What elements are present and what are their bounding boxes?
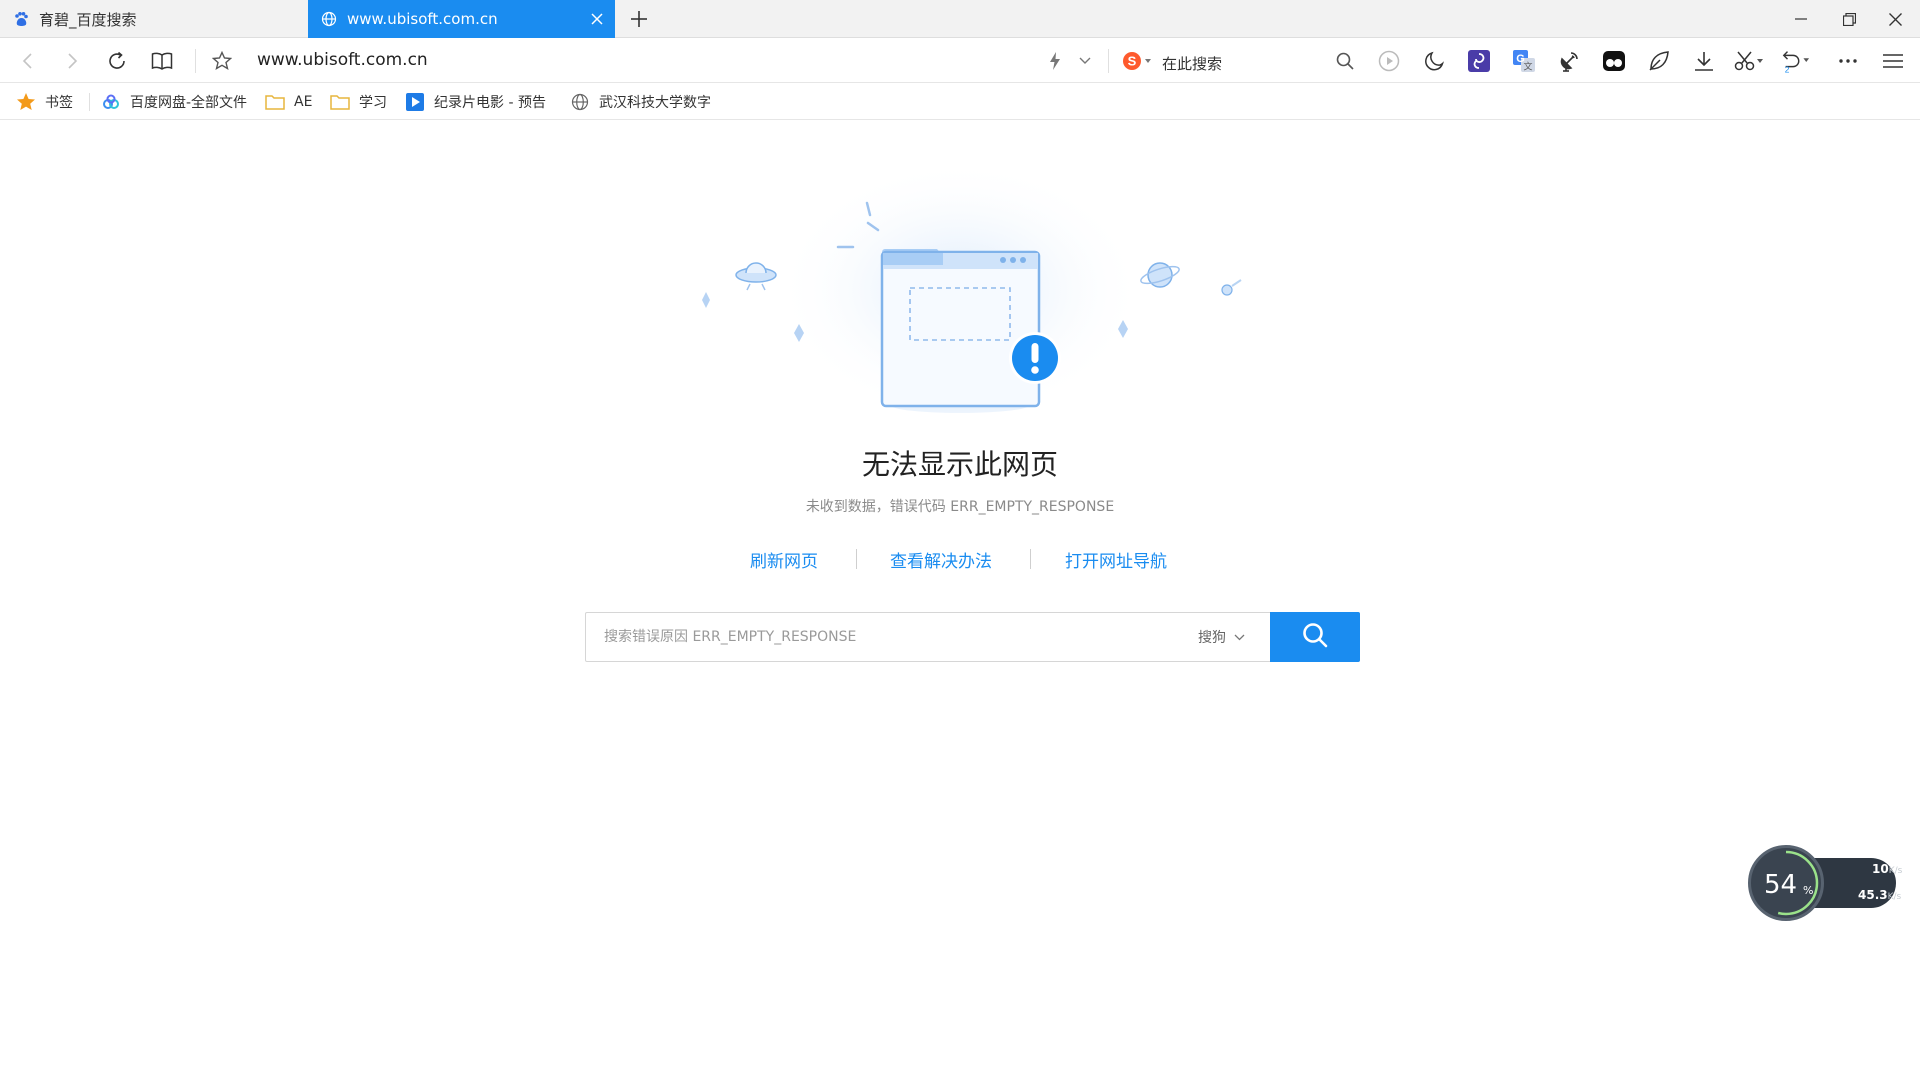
tab-baidu-search[interactable]: 育碧_百度搜索 [0, 0, 308, 38]
svg-text:S: S [1128, 54, 1137, 69]
undo-count-badge: 2 [1785, 65, 1790, 74]
more-options-icon[interactable] [1833, 46, 1863, 76]
leaf-icon[interactable] [1644, 46, 1674, 76]
bookmark-star-button[interactable] [207, 46, 237, 76]
refresh-page-link[interactable]: 刷新网页 [750, 547, 818, 572]
browser-search-box[interactable]: S 在此搜索 [1118, 44, 1362, 78]
chevron-down-icon[interactable] [1070, 46, 1100, 76]
satellite-icon[interactable] [1554, 46, 1584, 76]
download-speed: 45.3K/s [1858, 888, 1902, 902]
download-icon[interactable] [1689, 46, 1719, 76]
undo-close-tab-icon[interactable]: 2 [1780, 46, 1810, 76]
search-engine-select[interactable]: 搜狗 [1198, 613, 1268, 661]
close-tab-icon[interactable] [587, 9, 607, 29]
bookmark-label: 百度网盘-全部文件 [130, 94, 248, 111]
main-menu-icon[interactable] [1878, 46, 1908, 76]
bookmark-label: 学习 [359, 94, 387, 111]
memory-usage-gauge: 54 % [1748, 845, 1824, 921]
back-button[interactable] [13, 46, 43, 76]
bookmark-folder-ae[interactable]: AE [265, 83, 325, 120]
tab-title: 育碧_百度搜索 [39, 10, 137, 29]
browser-window: 育碧_百度搜索 www.ubisoft.com.cn www.ubisoft.c… [0, 0, 1920, 1080]
error-search-input[interactable] [604, 613, 1164, 661]
address-bar[interactable]: www.ubisoft.com.cn [257, 50, 428, 70]
extension-swirl-icon[interactable] [1464, 46, 1494, 76]
baidu-paw-icon [12, 10, 30, 28]
bookmark-label: 书签 [45, 94, 73, 111]
bookmark-label: 纪录片电影 - 预告 [434, 94, 546, 111]
media-play-icon[interactable] [1374, 46, 1404, 76]
new-tab-button[interactable] [625, 5, 653, 33]
error-search-bar: 搜狗 [585, 612, 1360, 662]
star-icon [16, 92, 36, 112]
bookmark-item-baidu-netdisk[interactable]: 百度网盘-全部文件 [101, 83, 251, 120]
reader-mode-button[interactable] [147, 46, 177, 76]
error-search-button[interactable] [1270, 612, 1360, 662]
minimize-button[interactable] [1778, 0, 1824, 38]
restore-button[interactable] [1826, 0, 1872, 38]
bookmark-label: 武汉科技大学数字 [599, 94, 711, 111]
folder-icon [330, 92, 350, 112]
extension-dots-icon[interactable] [1599, 46, 1629, 76]
baidu-netdisk-icon [101, 92, 121, 112]
globe-icon [320, 10, 338, 28]
tab-bar: 育碧_百度搜索 www.ubisoft.com.cn [0, 0, 1920, 38]
navigation-toolbar: www.ubisoft.com.cn S 在此搜索 G 文 2 [0, 38, 1920, 83]
toolbar-divider [195, 49, 196, 73]
screenshot-scissors-icon[interactable] [1734, 46, 1764, 76]
bookmarks-divider [89, 93, 90, 111]
browser-window-illustration [880, 249, 1041, 408]
translate-icon[interactable]: G 文 [1509, 46, 1539, 76]
refresh-button[interactable] [102, 46, 132, 76]
search-icon [1302, 622, 1328, 652]
open-navigation-link[interactable]: 打开网址导航 [1065, 547, 1167, 572]
error-description: 未收到数据，错误代码 ERR_EMPTY_RESPONSE [805, 499, 1115, 515]
play-icon [405, 92, 425, 112]
forward-button[interactable] [57, 46, 87, 76]
bookmark-item-wust[interactable]: 武汉科技大学数字 [570, 83, 716, 120]
bookmark-label: AE [294, 93, 313, 110]
bookmark-folder-study[interactable]: 学习 [330, 83, 400, 120]
usage-percent: 54 [1764, 870, 1798, 900]
net-speed-widget[interactable]: ↑ 10K/s ↓ 45.3K/s 54 % [1748, 845, 1902, 921]
error-title: 无法显示此网页 [861, 448, 1058, 481]
chevron-down-icon [1234, 634, 1245, 641]
upload-speed: 10K/s [1872, 862, 1903, 876]
search-engine-label: 搜狗 [1198, 630, 1226, 646]
search-placeholder: 在此搜索 [1162, 55, 1223, 73]
globe-icon [570, 92, 590, 112]
action-divider [856, 549, 857, 569]
svg-text:文: 文 [1523, 61, 1532, 72]
view-solutions-link[interactable]: 查看解决办法 [890, 547, 992, 572]
bookmark-item-documentary[interactable]: 纪录片电影 - 预告 [405, 83, 553, 120]
search-icon[interactable] [1336, 52, 1354, 74]
close-window-button[interactable] [1872, 0, 1918, 38]
usage-percent-sign: % [1803, 884, 1814, 897]
lightning-icon[interactable] [1040, 46, 1070, 76]
bookmark-item-bookmarks[interactable]: 书签 [16, 83, 81, 120]
sogou-icon[interactable]: S [1122, 51, 1152, 75]
tab-ubisoft[interactable]: www.ubisoft.com.cn [308, 0, 615, 38]
folder-icon [265, 92, 285, 112]
toolbar-divider [1108, 49, 1109, 73]
bookmarks-bar: 书签 百度网盘-全部文件 AE 学习 纪录片电影 - 预告 武汉科技大学数字 [0, 83, 1920, 120]
night-mode-icon[interactable] [1420, 46, 1450, 76]
error-actions: 刷新网页 查看解决办法 打开网址导航 [720, 543, 1200, 573]
tab-title: www.ubisoft.com.cn [347, 10, 498, 28]
error-illustration [660, 140, 1260, 420]
action-divider [1030, 549, 1031, 569]
